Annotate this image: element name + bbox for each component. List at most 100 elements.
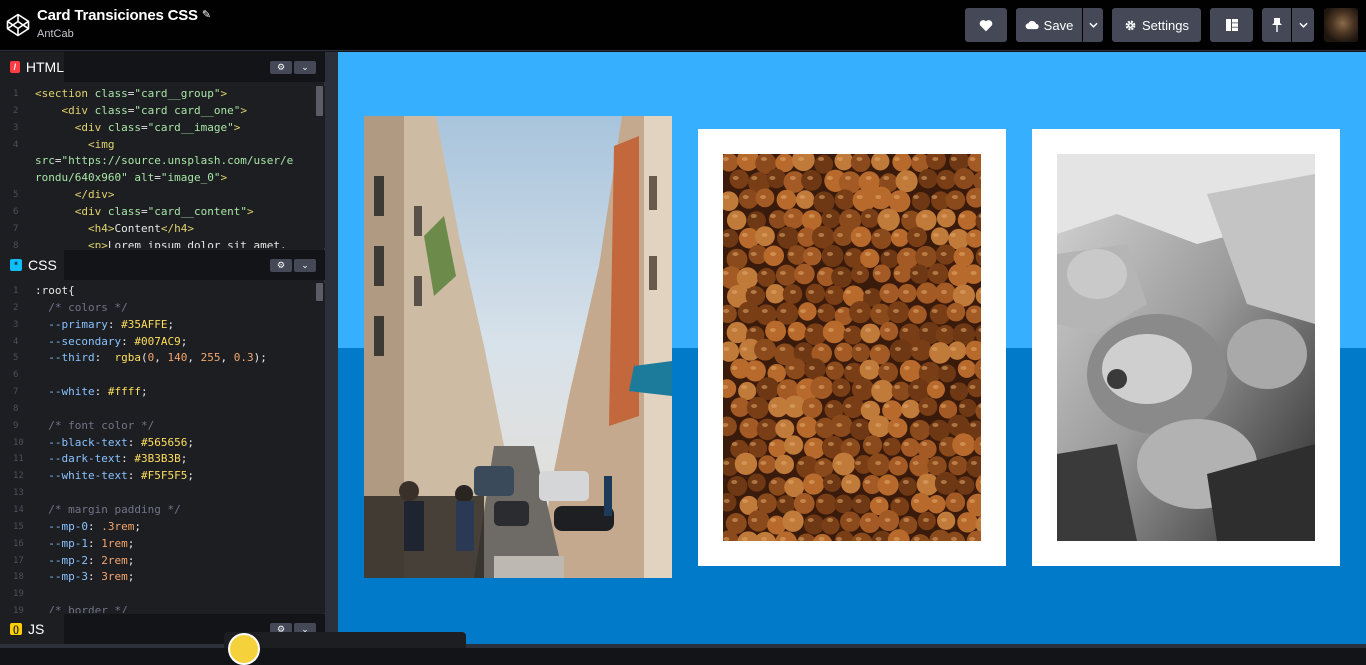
pin-button[interactable] <box>1262 8 1291 42</box>
love-button[interactable] <box>965 8 1007 42</box>
html-scrollbar[interactable] <box>316 86 323 116</box>
codepen-logo-icon[interactable] <box>6 13 30 37</box>
line-number: 9 <box>13 420 19 431</box>
line-number: 8 <box>13 403 19 414</box>
save-options-button[interactable] <box>1083 8 1103 42</box>
line-number: 2 <box>13 105 19 116</box>
line-content: --primary: #35AFFE; <box>48 317 175 331</box>
html-code-area[interactable]: 1 <section class="card__group"> 2 <div cla… <box>0 86 325 248</box>
html-code-line: 8 <p>Lorem ipsum dolor sit amet, <box>0 238 325 248</box>
save-button[interactable]: Save <box>1016 8 1082 42</box>
line-number: 6 <box>13 370 19 381</box>
card-three[interactable] <box>1032 129 1340 566</box>
html-settings-icon[interactable]: ⚙ <box>270 61 292 74</box>
line-number: 18 <box>13 572 24 583</box>
hazelnuts-photo <box>723 154 981 541</box>
css-code-area[interactable]: 1:root{2 /* colors */3 --primary: #35AFF… <box>0 283 325 613</box>
css-badge-icon: * <box>10 259 22 271</box>
line-content: /* margin padding */ <box>48 502 181 516</box>
css-code-line: 15 --mp-0: .3rem; <box>0 519 325 536</box>
css-collapse-icon[interactable]: ⌄ <box>294 259 316 272</box>
css-code-line: 19 <box>0 586 325 603</box>
preview-frame <box>338 52 1366 644</box>
card-two[interactable] <box>698 129 1006 566</box>
pen-title: Card Transiciones CSS <box>37 7 198 24</box>
css-scrollbar[interactable] <box>316 283 323 301</box>
css-code-line: 13 <box>0 485 325 502</box>
user-avatar[interactable] <box>1324 8 1358 42</box>
line-number: 13 <box>13 488 24 499</box>
css-code-line: 7 --white: #ffff; <box>0 384 325 401</box>
html-editor-tab[interactable]: / HTML <box>0 52 64 82</box>
hands-photo <box>1057 154 1315 541</box>
css-editor-tab[interactable]: * CSS <box>0 250 64 280</box>
js-badge-icon: () <box>10 623 22 635</box>
line-content: /* colors */ <box>48 300 128 314</box>
bottom-bar <box>0 644 1366 648</box>
pen-author[interactable]: AntCab <box>37 28 211 40</box>
line-number: 17 <box>13 555 24 566</box>
line-content: --secondary: #007AC9; <box>48 334 188 348</box>
css-code-line: 11 --dark-text: #3B3B3B; <box>0 451 325 468</box>
html-code-line: src="https://source.unsplash.com/user/e <box>0 153 325 170</box>
line-number: 10 <box>13 437 24 448</box>
notification-toast[interactable] <box>224 632 466 665</box>
resize-handle[interactable] <box>325 52 338 648</box>
line-content: --mp-3: 3rem; <box>48 570 135 584</box>
html-editor-header: / HTML ⚙ ⌄ <box>0 52 325 82</box>
layout-icon <box>1225 19 1238 31</box>
line-content: --white-text: #F5F5F5; <box>48 469 194 483</box>
css-code-line: 8 <box>0 401 325 418</box>
settings-button[interactable]: Settings <box>1112 8 1201 42</box>
html-code-line: 5 </div> <box>0 187 325 204</box>
line-number: 6 <box>13 206 19 217</box>
toast-avatar <box>228 633 260 665</box>
css-code-line: 2 /* colors */ <box>0 300 325 317</box>
line-number: 8 <box>13 240 19 248</box>
line-number: 5 <box>13 353 19 364</box>
pen-title-area: Card Transiciones CSS ✎ AntCab <box>37 7 211 40</box>
line-content: /* font color */ <box>48 418 155 432</box>
css-editor-header: * CSS ⚙ ⌄ <box>0 250 325 280</box>
line-number: 4 <box>13 139 19 150</box>
css-code-line: 4 --secondary: #007AC9; <box>0 334 325 351</box>
html-code-line: 1 <section class="card__group"> <box>0 86 325 103</box>
css-code-line: 17 --mp-2: 2rem; <box>0 553 325 570</box>
css-code-lines: 1:root{2 /* colors */3 --primary: #35AFF… <box>0 283 325 613</box>
line-number: 16 <box>13 538 24 549</box>
css-code-line: 10 --black-text: #565656; <box>0 435 325 452</box>
pin-options-button[interactable] <box>1292 8 1314 42</box>
line-number: 12 <box>13 471 24 482</box>
css-settings-icon[interactable]: ⚙ <box>270 259 292 272</box>
css-code-line: 9 /* font color */ <box>0 418 325 435</box>
line-number: 2 <box>13 302 19 313</box>
line-content: :root{ <box>35 284 75 297</box>
html-code-line: 2 <div class="card card__one"> <box>0 103 325 120</box>
html-code-line: 4 <img <box>0 137 325 154</box>
html-code-lines: 1 <section class="card__group"> 2 <div cla… <box>0 86 325 248</box>
line-content: --mp-1: 1rem; <box>48 536 135 550</box>
html-badge-icon: / <box>10 61 20 73</box>
card-one[interactable] <box>364 116 672 578</box>
line-number: 5 <box>13 190 19 201</box>
html-collapse-icon[interactable]: ⌄ <box>294 61 316 74</box>
css-code-line: 3 --primary: #35AFFE; <box>0 317 325 334</box>
css-code-line: 16 --mp-1: 1rem; <box>0 536 325 553</box>
edit-pencil-icon[interactable]: ✎ <box>202 8 211 21</box>
css-code-line: 6 <box>0 367 325 384</box>
css-code-line: 19 /* border */ <box>0 603 325 613</box>
line-content: <p>Lorem ipsum dolor sit amet, <box>87 238 287 248</box>
line-number: 3 <box>13 319 19 330</box>
line-number: 19 <box>13 589 24 600</box>
html-code-line: 7 <h4>Content</h4> <box>0 221 325 238</box>
save-label: Save <box>1043 17 1074 33</box>
css-editor-label: CSS <box>28 257 57 273</box>
editor-panel: / HTML ⚙ ⌄ 1 <section class="card__group"… <box>0 52 325 648</box>
line-content: rondu/640x960" alt="image_0"> <box>35 171 228 185</box>
change-view-button[interactable] <box>1210 8 1253 42</box>
line-content: /* border */ <box>48 604 128 613</box>
js-editor-tab[interactable]: () JS <box>0 614 50 644</box>
line-content: <h4>Content</h4> <box>87 221 194 235</box>
line-content: --dark-text: #3B3B3B; <box>48 452 188 466</box>
html-code-line: 3 <div class="card__image"> <box>0 120 325 137</box>
